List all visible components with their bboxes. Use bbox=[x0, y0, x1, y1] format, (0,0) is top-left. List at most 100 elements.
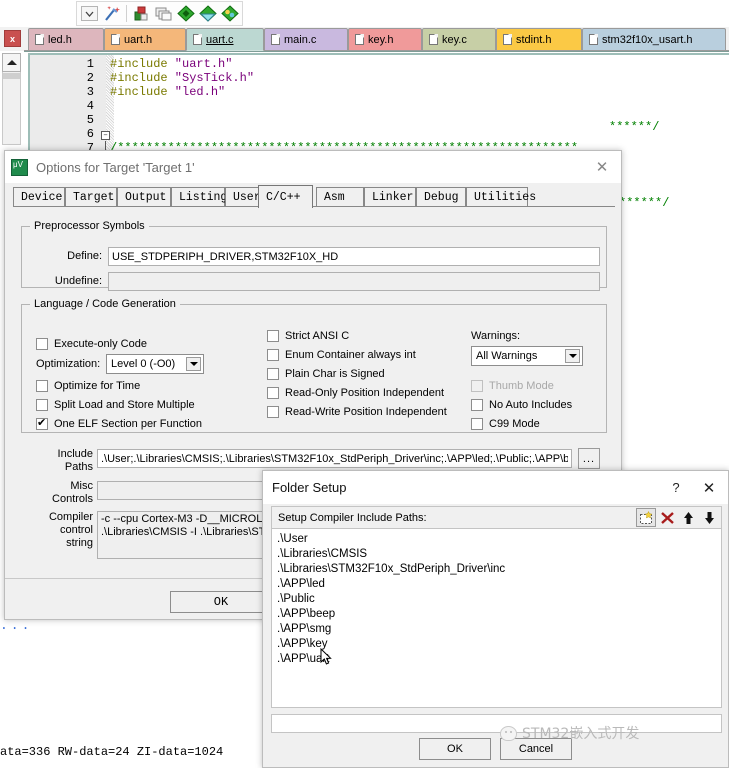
green-diamond-icon[interactable] bbox=[176, 4, 195, 23]
warnings-value: All Warnings bbox=[476, 350, 537, 362]
options-tab-label: Listing bbox=[179, 191, 227, 204]
include-path-item[interactable]: .\APP\beep bbox=[277, 607, 721, 622]
document-tab-uart-h[interactable]: uart.h bbox=[104, 28, 186, 50]
include-path-item[interactable]: .\User bbox=[277, 532, 721, 547]
options-tab-target[interactable]: Target bbox=[65, 187, 117, 206]
options-tab-strip: DeviceTargetOutputListingUserC/C++AsmLin… bbox=[13, 185, 615, 206]
new-path-icon[interactable] bbox=[636, 508, 656, 527]
checkbox-label: No Auto Includes bbox=[489, 399, 572, 411]
checkbox-one-elf-section-per-function[interactable]: One ELF Section per Function bbox=[36, 418, 202, 430]
document-tab-key-c[interactable]: key.c bbox=[422, 28, 496, 50]
document-tab-label: key.h bbox=[368, 34, 393, 46]
options-tab-utilities[interactable]: Utilities bbox=[466, 187, 528, 206]
teal-diamond-icon[interactable] bbox=[198, 4, 217, 23]
close-icon[interactable]: ✕ bbox=[692, 473, 726, 503]
file-icon bbox=[503, 34, 512, 45]
chevron-down-icon[interactable] bbox=[186, 357, 201, 371]
close-document-button[interactable]: x bbox=[4, 30, 21, 47]
warnings-select[interactable]: All Warnings bbox=[471, 346, 583, 366]
include-paths-label: Include Paths bbox=[27, 448, 93, 474]
include-path-item[interactable]: .\APP\led bbox=[277, 577, 721, 592]
document-tab-stm32f10x-usart-h[interactable]: stm32f10x_usart.h bbox=[582, 28, 726, 50]
preprocessor-directive: #include bbox=[110, 71, 168, 85]
options-tab-linker[interactable]: Linker bbox=[364, 187, 416, 206]
optimization-select[interactable]: Level 0 (-O0) bbox=[106, 354, 204, 374]
include-path-item[interactable]: .\APP\uart bbox=[277, 652, 721, 667]
document-tab-uart-c[interactable]: uart.c bbox=[186, 28, 264, 51]
checkbox-optimize-for-time[interactable]: Optimize for Time bbox=[36, 380, 140, 392]
checkbox-split-load-and-store-multiple[interactable]: Split Load and Store Multiple bbox=[36, 399, 195, 411]
document-tab-led-h[interactable]: led.h bbox=[28, 28, 104, 50]
line-number: 3 bbox=[48, 85, 94, 99]
options-tab-listing[interactable]: Listing bbox=[171, 187, 225, 206]
scrollbar-thumb[interactable] bbox=[3, 73, 20, 79]
move-up-icon[interactable] bbox=[678, 508, 698, 527]
options-tab-asm[interactable]: Asm bbox=[316, 187, 364, 206]
checkbox-icon[interactable] bbox=[267, 368, 279, 380]
folder-setup-titlebar[interactable]: Folder Setup ? ✕ bbox=[263, 471, 728, 504]
comment-tail-bottom: ******/ bbox=[619, 196, 669, 210]
include-paths-input[interactable] bbox=[97, 449, 572, 468]
include-path-list[interactable]: .\User.\Libraries\CMSIS.\Libraries\STM32… bbox=[271, 528, 722, 708]
checkbox-label: Read-Only Position Independent bbox=[285, 387, 444, 399]
checkbox-icon[interactable] bbox=[267, 330, 279, 342]
checkbox-read-only-position-independent[interactable]: Read-Only Position Independent bbox=[267, 387, 444, 399]
options-tab-device[interactable]: Device bbox=[13, 187, 65, 206]
folder-setup-cancel-button[interactable]: Cancel bbox=[500, 738, 572, 760]
checkbox-no-auto-includes[interactable]: No Auto Includes bbox=[471, 399, 572, 411]
checkbox-execute-only-code[interactable]: Execute-only Code bbox=[36, 338, 147, 350]
close-icon[interactable]: ✕ bbox=[587, 152, 617, 182]
folder-setup-ok-button[interactable]: OK bbox=[419, 738, 491, 760]
options-tab-output[interactable]: Output bbox=[117, 187, 171, 206]
path-edit-input[interactable] bbox=[271, 714, 722, 733]
include-path-item[interactable]: .\APP\smg bbox=[277, 622, 721, 637]
browse-include-paths-button[interactable]: ... bbox=[578, 448, 600, 469]
checkbox-strict-ansi-c[interactable]: Strict ANSI C bbox=[267, 330, 349, 342]
build-output-text: ata=336 RW-data=24 ZI-data=1024 bbox=[0, 745, 223, 759]
checkbox-enum-container-always-int[interactable]: Enum Container always int bbox=[267, 349, 416, 361]
include-path-item[interactable]: .\Libraries\STM32F10x_StdPeriph_Driver\i… bbox=[277, 562, 721, 577]
options-tab-debug[interactable]: Debug bbox=[416, 187, 466, 206]
folder-setup-title: Folder Setup bbox=[272, 480, 660, 495]
checkbox-icon[interactable] bbox=[267, 406, 279, 418]
options-dialog-titlebar[interactable]: Options for Target 'Target 1' ✕ bbox=[5, 151, 621, 183]
checkbox-label: Read-Write Position Independent bbox=[285, 406, 447, 418]
include-path-item[interactable]: .\APP\key bbox=[277, 637, 721, 652]
checkbox-icon bbox=[471, 380, 483, 392]
document-tab-stdint-h[interactable]: stdint.h bbox=[496, 28, 582, 50]
checkbox-icon[interactable] bbox=[471, 418, 483, 430]
undefine-input[interactable] bbox=[108, 272, 600, 291]
document-tab-main-c[interactable]: main.c bbox=[264, 28, 348, 50]
checkbox-icon[interactable] bbox=[36, 338, 48, 350]
include-path-item[interactable]: .\Public bbox=[277, 592, 721, 607]
fold-collapse-icon[interactable]: – bbox=[101, 131, 110, 140]
checkbox-icon[interactable] bbox=[36, 399, 48, 411]
document-tab-key-h[interactable]: key.h bbox=[348, 28, 422, 50]
document-tab-label: main.c bbox=[284, 34, 316, 46]
target-options-icon[interactable] bbox=[132, 4, 151, 23]
include-path-item[interactable]: .\Libraries\CMSIS bbox=[277, 547, 721, 562]
include-string: "uart.h" bbox=[168, 57, 233, 71]
scroll-up-button[interactable] bbox=[2, 53, 21, 72]
checkbox-icon[interactable] bbox=[471, 399, 483, 411]
checkbox-read-write-position-independent[interactable]: Read-Write Position Independent bbox=[267, 406, 447, 418]
manage-windows-icon[interactable] bbox=[154, 4, 173, 23]
magic-wand-icon[interactable] bbox=[102, 4, 121, 23]
multi-project-icon[interactable] bbox=[220, 4, 239, 23]
checkbox-plain-char-is-signed[interactable]: Plain Char is Signed bbox=[267, 368, 385, 380]
define-input[interactable] bbox=[108, 247, 600, 266]
checkbox-icon[interactable] bbox=[267, 349, 279, 361]
checkbox-icon[interactable] bbox=[267, 387, 279, 399]
chevron-down-icon[interactable] bbox=[565, 349, 580, 363]
dropdown-caret-icon[interactable] bbox=[80, 4, 99, 23]
delete-path-icon[interactable] bbox=[657, 508, 677, 527]
checkbox-icon[interactable] bbox=[36, 418, 48, 430]
help-icon[interactable]: ? bbox=[660, 473, 692, 503]
ide-toolbar bbox=[0, 0, 729, 27]
move-down-icon[interactable] bbox=[699, 508, 719, 527]
options-ok-button[interactable]: OK bbox=[170, 591, 272, 613]
checkbox-c99-mode[interactable]: C99 Mode bbox=[471, 418, 540, 430]
options-tab-c-c++[interactable]: C/C++ bbox=[258, 185, 313, 208]
preprocessor-symbols-legend: Preprocessor Symbols bbox=[30, 220, 149, 232]
checkbox-icon[interactable] bbox=[36, 380, 48, 392]
